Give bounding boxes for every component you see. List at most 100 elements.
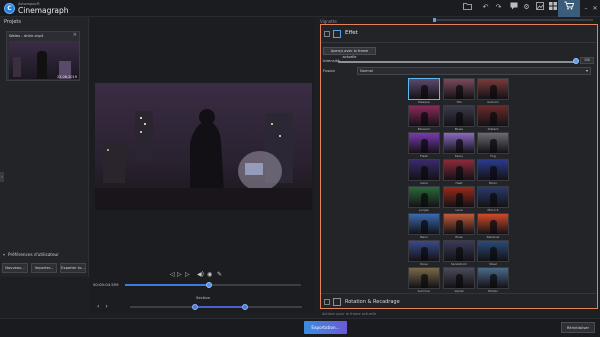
effect-tile[interactable]: Jungle — [408, 186, 440, 213]
pen-icon[interactable]: ✎ — [217, 271, 222, 278]
effect-tile[interactable]: Flash — [408, 132, 440, 159]
settings-icon[interactable]: ⚙ — [521, 2, 532, 13]
effect-preview-figure — [456, 274, 463, 288]
effect-preview-figure — [490, 274, 497, 288]
effect-preview — [408, 159, 440, 181]
undo-icon[interactable]: ↶ — [480, 2, 491, 13]
intensity-value[interactable]: 100 — [580, 57, 594, 64]
rotation-checkbox[interactable] — [324, 299, 330, 305]
effect-preview — [477, 132, 509, 154]
effect-icon — [333, 30, 341, 38]
apply-current-frame-button[interactable]: Aperçu avec la frame actuelle — [323, 47, 376, 59]
effect-preview-figure — [421, 247, 428, 261]
effect-preview — [408, 240, 440, 262]
effect-label: Moon II — [487, 208, 499, 212]
effect-tile[interactable]: Masque — [408, 78, 440, 105]
effect-tile[interactable]: Rose — [408, 240, 440, 267]
timeline-slider[interactable] — [125, 282, 301, 288]
new-button[interactable]: Nouveau... — [2, 263, 28, 273]
effect-label: Glow — [420, 181, 428, 185]
effect-tile[interactable]: Velvet — [443, 267, 475, 294]
effect-tile[interactable]: Fog — [477, 132, 509, 159]
effect-tile[interactable]: Autumn — [477, 78, 509, 105]
effect-preview-figure — [490, 247, 497, 261]
section-label: Section — [196, 295, 211, 300]
volume-icon[interactable]: ◀) — [197, 271, 204, 278]
section-nav: ‹ › — [97, 303, 108, 310]
blend-label: Fusion — [323, 68, 336, 73]
chat-icon[interactable] — [508, 2, 519, 13]
import-button[interactable]: Importer... — [31, 263, 57, 273]
effect-tile[interactable]: Pluie — [443, 213, 475, 240]
effect-tile[interactable]: Heat — [443, 159, 475, 186]
effect-label: Lava — [455, 208, 463, 212]
effect-preview — [408, 267, 440, 289]
play-icon[interactable]: ▷ — [177, 271, 182, 278]
cart-icon[interactable] — [558, 0, 580, 17]
effect-preview — [443, 105, 475, 127]
export-button[interactable]: Exportation... — [304, 321, 347, 334]
collapse-panel-tab[interactable]: ‹ — [0, 172, 4, 182]
effect-preview — [443, 213, 475, 235]
folder-icon[interactable] — [462, 2, 473, 13]
effect-preview-figure — [456, 220, 463, 234]
image-icon[interactable] — [534, 2, 545, 13]
rotation-header[interactable]: Rotation & Recadrage — [321, 293, 597, 309]
close-icon[interactable]: × — [73, 32, 77, 38]
intensity-knob[interactable] — [573, 58, 579, 64]
effect-tile[interactable]: Blues — [443, 105, 475, 132]
previous-frame-icon[interactable]: ◁ — [170, 271, 175, 278]
reset-button[interactable]: Réinitialiser — [561, 322, 595, 333]
chevron-right-icon[interactable]: › — [105, 303, 107, 310]
effect-tile[interactable]: Distant — [477, 105, 509, 132]
effect-tile[interactable]: Faery — [443, 132, 475, 159]
effect-tile[interactable]: Rainbow — [477, 213, 509, 240]
blend-select[interactable]: Normal ▾ — [357, 67, 591, 75]
effect-label: Heat — [455, 181, 463, 185]
video-preview[interactable] — [95, 83, 312, 210]
effect-panel: Effet Aperçu avec la frame actuelle Inte… — [320, 24, 598, 309]
grid-icon[interactable] — [547, 2, 558, 13]
effect-preview-figure — [421, 220, 428, 234]
effect-preview — [477, 105, 509, 127]
intensity-slider[interactable] — [338, 61, 576, 63]
effect-tile[interactable]: Sandstorm — [443, 240, 475, 267]
effect-tile[interactable]: Moon II — [477, 186, 509, 213]
effect-tile[interactable]: Summer — [408, 267, 440, 294]
effect-tile[interactable]: Lava — [443, 186, 475, 213]
effect-tile[interactable]: Glow — [408, 159, 440, 186]
time-readout: 00:00:04.559 — [93, 282, 119, 287]
effect-checkbox[interactable] — [324, 31, 330, 37]
effect-tile[interactable]: Moon — [477, 159, 509, 186]
vignette-slider[interactable] — [433, 18, 593, 22]
effect-preview-figure — [421, 85, 428, 99]
eye-icon[interactable]: ◉ — [207, 271, 212, 278]
effect-preview — [408, 105, 440, 127]
thumbnail-date: 23.06.2019 — [56, 75, 77, 79]
project-thumbnail[interactable]: Wales - drink.mp4 × 23.06.2019 — [6, 31, 80, 81]
effect-preview — [408, 78, 440, 100]
effect-label: Masque — [418, 100, 430, 104]
preferences-header[interactable]: ▾ Préférences d'utilisateur — [0, 251, 89, 260]
effect-preview-figure — [456, 247, 463, 261]
chevron-left-icon[interactable]: ‹ — [97, 303, 99, 310]
effect-tile[interactable]: Blossom — [408, 105, 440, 132]
bottom-bar — [0, 318, 600, 337]
effect-tile[interactable]: 70s — [443, 78, 475, 105]
export-to-button[interactable]: Exporter to... — [60, 263, 86, 273]
chevron-down-icon: ▾ — [585, 68, 588, 73]
effect-label: Sandstorm — [450, 262, 468, 266]
effect-header[interactable]: Effet — [321, 25, 597, 43]
blend-value: Normal — [360, 69, 374, 73]
redo-icon[interactable]: ↷ — [493, 2, 504, 13]
close-button[interactable]: ✕ — [590, 0, 600, 17]
effect-preview — [443, 240, 475, 262]
effect-label: Pluie — [455, 235, 463, 239]
next-frame-icon[interactable]: ▷ — [185, 271, 190, 278]
effect-label: Faery — [454, 154, 464, 158]
effect-label: Distant — [487, 127, 499, 131]
effect-tile[interactable]: Winter — [477, 267, 509, 294]
effect-tile[interactable]: Neon — [408, 213, 440, 240]
effect-tile[interactable]: Steel — [477, 240, 509, 267]
section-slider[interactable] — [130, 304, 302, 310]
